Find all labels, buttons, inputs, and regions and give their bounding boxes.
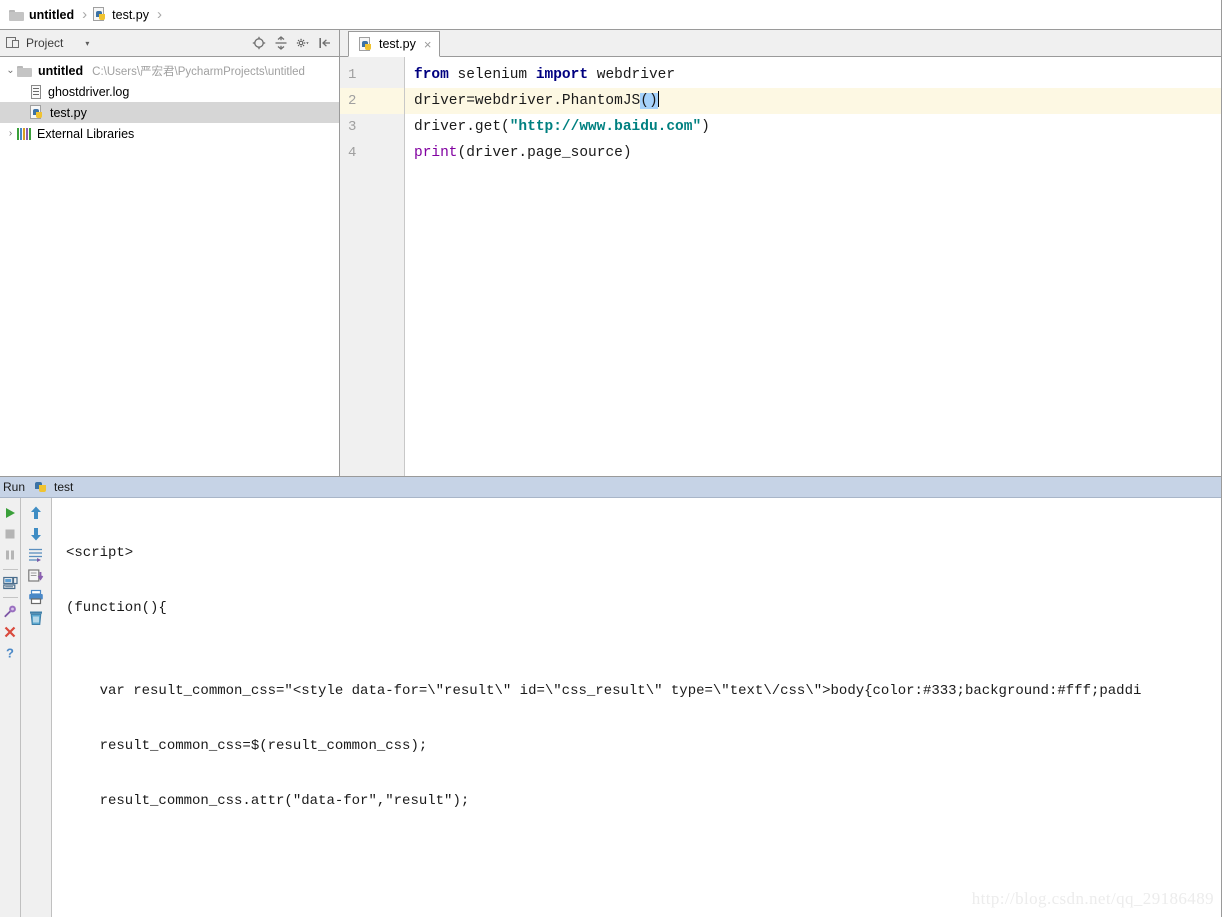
project-panel-title: Project xyxy=(26,36,64,50)
code-line-3: driver.get("http://www.baidu.com") xyxy=(414,119,710,135)
settings-gear-icon[interactable] xyxy=(296,36,310,50)
up-arrow-icon[interactable] xyxy=(26,503,46,524)
code-line-4: print(driver.page_source) xyxy=(414,145,632,161)
editor-tab-bar: test.py × xyxy=(340,30,1222,57)
console-line: <script> xyxy=(66,544,134,561)
run-tab-label: test xyxy=(54,479,74,494)
toolbar-divider xyxy=(2,568,18,570)
toolwindow-header-row: Project ▾ test.py × xyxy=(0,30,1222,57)
print-icon[interactable] xyxy=(26,587,46,608)
python-icon xyxy=(34,479,48,494)
editor-tab-testpy[interactable]: test.py × xyxy=(348,31,441,57)
line-number: 1 xyxy=(348,67,357,83)
folder-icon xyxy=(9,9,24,21)
breadcrumb-label: untitled xyxy=(29,7,75,22)
line-number: 3 xyxy=(348,119,357,135)
run-toolwindow-header: Run test xyxy=(0,476,1222,498)
chevron-down-icon[interactable]: ▾ xyxy=(85,39,89,48)
chevron-right-icon[interactable]: › xyxy=(4,128,17,139)
project-panel-icon xyxy=(6,36,20,50)
project-panel-toolbar xyxy=(252,36,339,50)
breadcrumb-item-untitled[interactable]: untitled xyxy=(7,4,76,26)
run-toolwindow-title: Run xyxy=(3,479,26,494)
run-toolwindow-body: ? <script> (function(){var result_commo… xyxy=(0,497,1222,917)
stop-button-icon[interactable] xyxy=(0,524,20,545)
down-arrow-icon[interactable] xyxy=(26,524,46,545)
chevron-down-icon[interactable]: ⌄ xyxy=(4,65,17,76)
hide-panel-icon[interactable] xyxy=(318,36,332,50)
tree-node-ghostdriver-log[interactable]: ghostdriver.log xyxy=(0,81,339,102)
console-line: var result_common_css="<style data-for=\… xyxy=(66,682,1142,699)
line-number: 4 xyxy=(348,145,357,161)
breadcrumb: untitled › test.py › xyxy=(0,0,1222,30)
console-line: result_common_css.attr("data-for","resul… xyxy=(66,792,470,809)
tree-node-external-libraries[interactable]: › External Libraries xyxy=(0,123,339,144)
run-tab-test[interactable]: test xyxy=(32,477,81,497)
console-action-toolbar xyxy=(21,497,52,917)
main-area: ⌄ untitled C:\Users\严宏君\PycharmProjects\… xyxy=(0,57,1222,477)
scroll-to-end-icon[interactable] xyxy=(26,566,46,587)
tree-node-label: ghostdriver.log xyxy=(48,84,130,99)
project-panel-header: Project ▾ xyxy=(0,30,340,57)
breadcrumb-label: test.py xyxy=(112,7,149,22)
pycharm-window: untitled › test.py › Project ▾ test.py ×… xyxy=(0,0,1222,917)
line-number: 2 xyxy=(340,88,404,114)
tree-node-label: test.py xyxy=(50,105,87,120)
run-control-toolbar: ? xyxy=(0,497,21,917)
external-libraries-icon xyxy=(17,127,31,140)
locate-target-icon[interactable] xyxy=(252,36,266,50)
clear-all-icon[interactable] xyxy=(26,608,46,629)
pin-tab-icon[interactable] xyxy=(0,601,20,622)
tree-node-testpy[interactable]: test.py xyxy=(0,102,339,123)
run-button-icon[interactable] xyxy=(0,503,20,524)
console-view-icon[interactable] xyxy=(0,573,20,594)
line-number-gutter: 1 2 3 4 xyxy=(340,57,405,476)
code-line-2: driver=webdriver.PhantomJS() xyxy=(405,88,1222,114)
svg-text:?: ? xyxy=(6,646,14,660)
toolbar-divider xyxy=(2,596,18,598)
project-tree[interactable]: ⌄ untitled C:\Users\严宏君\PycharmProjects\… xyxy=(0,57,340,477)
tree-node-path: C:\Users\严宏君\PycharmProjects\untitled xyxy=(92,65,305,78)
folder-icon xyxy=(17,65,32,77)
soft-wrap-icon[interactable] xyxy=(26,545,46,566)
console-line: (function(){ xyxy=(66,599,167,616)
close-icon[interactable]: × xyxy=(424,38,432,51)
console-line: result_common_css=$(result_common_css); xyxy=(66,737,428,754)
python-file-icon xyxy=(359,36,373,52)
close-tab-icon[interactable] xyxy=(0,622,20,643)
pause-button-icon[interactable] xyxy=(0,545,20,566)
tree-node-untitled[interactable]: ⌄ untitled C:\Users\严宏君\PycharmProjects\… xyxy=(0,60,339,81)
log-file-icon xyxy=(30,84,42,99)
code-editor[interactable]: 1 2 3 4 from selenium import webdriver d… xyxy=(340,57,1222,477)
breadcrumb-separator: › xyxy=(82,6,88,23)
breadcrumb-item-testpy[interactable]: test.py xyxy=(91,4,151,26)
tree-node-label: untitled xyxy=(38,63,84,78)
collapse-all-icon[interactable] xyxy=(274,36,288,50)
tree-node-label: External Libraries xyxy=(37,126,135,141)
code-line-1: from selenium import webdriver xyxy=(414,67,676,83)
editor-tab-label: test.py xyxy=(379,37,416,51)
python-file-icon xyxy=(93,7,107,22)
code-text-area[interactable]: from selenium import webdriver driver=we… xyxy=(405,57,1222,476)
python-file-icon xyxy=(30,105,44,120)
run-console-output[interactable]: <script> (function(){ var result_common_… xyxy=(52,497,1222,917)
breadcrumb-separator: › xyxy=(156,6,162,23)
help-icon[interactable]: ? xyxy=(0,643,20,664)
